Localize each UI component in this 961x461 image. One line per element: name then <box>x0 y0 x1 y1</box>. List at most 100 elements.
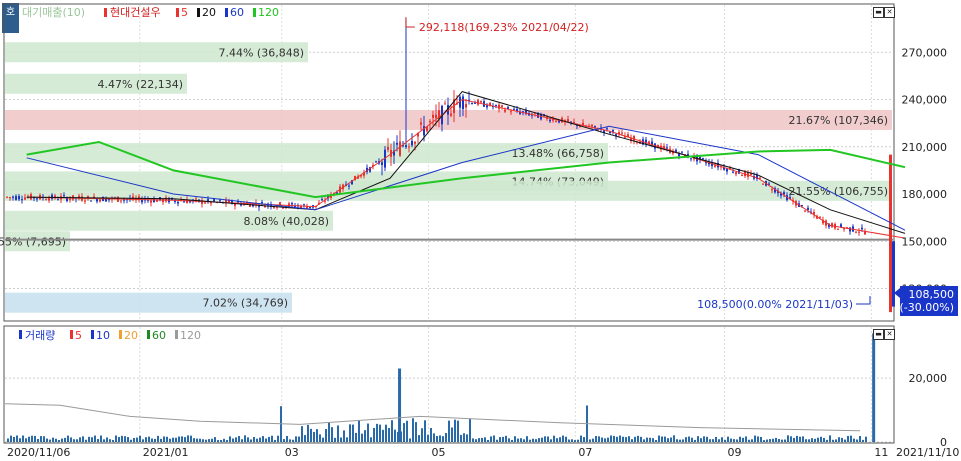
volume-legend-label: 10 <box>96 329 110 342</box>
candle-body <box>411 140 413 146</box>
volume-panel-minimize-button[interactable]: ▬ <box>873 329 884 340</box>
volume-bar <box>748 439 750 442</box>
volume-legend-label: 20 <box>124 329 138 342</box>
volume-bar <box>358 420 360 442</box>
volume-bar <box>547 436 549 442</box>
price-panel-minimize-button[interactable]: ▬ <box>873 7 884 18</box>
volume-bar <box>151 438 153 442</box>
candle-body <box>48 198 50 201</box>
volume-bar <box>634 436 636 442</box>
volume-bar <box>865 436 867 442</box>
volume-bar <box>847 435 849 442</box>
volume-bar <box>283 439 285 442</box>
overhang-bands: 7.44% (36,848) 4.47% (22,134) 21.67% (107,… <box>0 42 893 313</box>
volume-bar <box>556 438 558 442</box>
volume-bar <box>181 436 183 442</box>
legend-stock-name: 현대건설우 <box>110 6 161 19</box>
volume-bar <box>655 439 657 442</box>
price-tick-label: 270,000 <box>902 46 948 59</box>
volume-bar <box>106 437 108 442</box>
candle-body <box>819 216 821 218</box>
volume-bar <box>427 434 429 442</box>
volume-bar <box>124 436 126 442</box>
candle-body <box>735 172 737 175</box>
volume-bar <box>154 438 156 442</box>
volume-bar <box>838 437 840 442</box>
volume-legend-label: 120 <box>180 329 201 342</box>
volume-bar <box>640 436 642 442</box>
volume-bar <box>796 435 798 442</box>
candle-body <box>387 146 389 150</box>
volume-legend-swatch <box>70 330 73 339</box>
candle-body <box>606 128 608 130</box>
volume-bar <box>448 420 450 442</box>
candle-body <box>177 201 179 204</box>
high-annotation: 292,118(169.23% 2021/04/22) <box>419 21 589 34</box>
volume-legend: 거래량 5 10 20 60 120 <box>19 329 201 342</box>
volume-bar <box>406 420 408 442</box>
candle-body <box>471 102 473 104</box>
volume-bar <box>301 426 303 442</box>
volume-bar <box>442 436 444 442</box>
volume-bar <box>97 438 99 442</box>
volume-bar <box>241 439 243 442</box>
volume-bar <box>217 440 219 442</box>
price-panel-close-button[interactable]: ✕ <box>884 7 895 18</box>
volume-bar <box>601 437 603 442</box>
stock-chart[interactable]: 7.44% (36,848) 4.47% (22,134) 21.67% (107,… <box>0 0 961 461</box>
volume-bar <box>223 438 225 442</box>
volume-bar <box>568 439 570 442</box>
volume-bar <box>76 439 78 442</box>
volume-bars <box>4 333 876 442</box>
candle-body <box>12 196 14 198</box>
candle-body <box>783 192 785 195</box>
volume-bar <box>49 439 51 442</box>
volume-bar <box>751 439 753 442</box>
volume-bar <box>94 435 96 442</box>
candle-body <box>855 231 857 233</box>
candle-body <box>24 197 26 200</box>
volume-bar <box>823 437 825 442</box>
volume-bar <box>190 435 192 442</box>
candle-body <box>396 142 398 145</box>
volume-panel-close-button[interactable]: ✕ <box>884 329 895 340</box>
volume-bar <box>373 427 375 442</box>
volume-bar <box>670 437 672 442</box>
annotations: 292,118(169.23% 2021/04/22) 108,500(0.00%… <box>405 17 958 316</box>
volume-bar <box>130 439 132 442</box>
volume-bar <box>487 439 489 442</box>
volume-bar <box>232 438 234 442</box>
volume-bar <box>160 438 162 442</box>
volume-bar <box>16 435 18 442</box>
volume-bar <box>589 439 591 442</box>
volume-bar <box>772 438 774 442</box>
volume-bar <box>619 435 621 442</box>
volume-bar <box>100 435 102 442</box>
candle-body <box>732 171 734 173</box>
candle-body <box>219 200 221 202</box>
candle-body <box>405 145 407 148</box>
candle-body <box>45 199 47 201</box>
legend-ma-label: 5 <box>181 6 188 19</box>
candle-body <box>309 207 311 209</box>
volume-bar <box>250 439 252 442</box>
volume-bar <box>460 434 462 442</box>
candle-body <box>150 200 152 203</box>
volume-bar <box>184 437 186 442</box>
candle-body <box>771 189 773 191</box>
volume-bar <box>187 435 189 442</box>
candle-body <box>195 198 197 200</box>
volume-bar <box>757 436 759 442</box>
volume-bar <box>694 439 696 442</box>
volume-bar <box>799 436 801 442</box>
volume-bar <box>205 439 207 442</box>
volume-bar <box>13 436 15 442</box>
candle-body <box>120 200 122 202</box>
volume-bar <box>811 438 813 442</box>
volume-bar <box>328 422 330 442</box>
volume-bar <box>313 431 315 442</box>
candle-body <box>408 146 410 148</box>
volume-bar <box>412 418 414 442</box>
volume-bar <box>514 436 516 442</box>
volume-bar <box>262 436 264 442</box>
